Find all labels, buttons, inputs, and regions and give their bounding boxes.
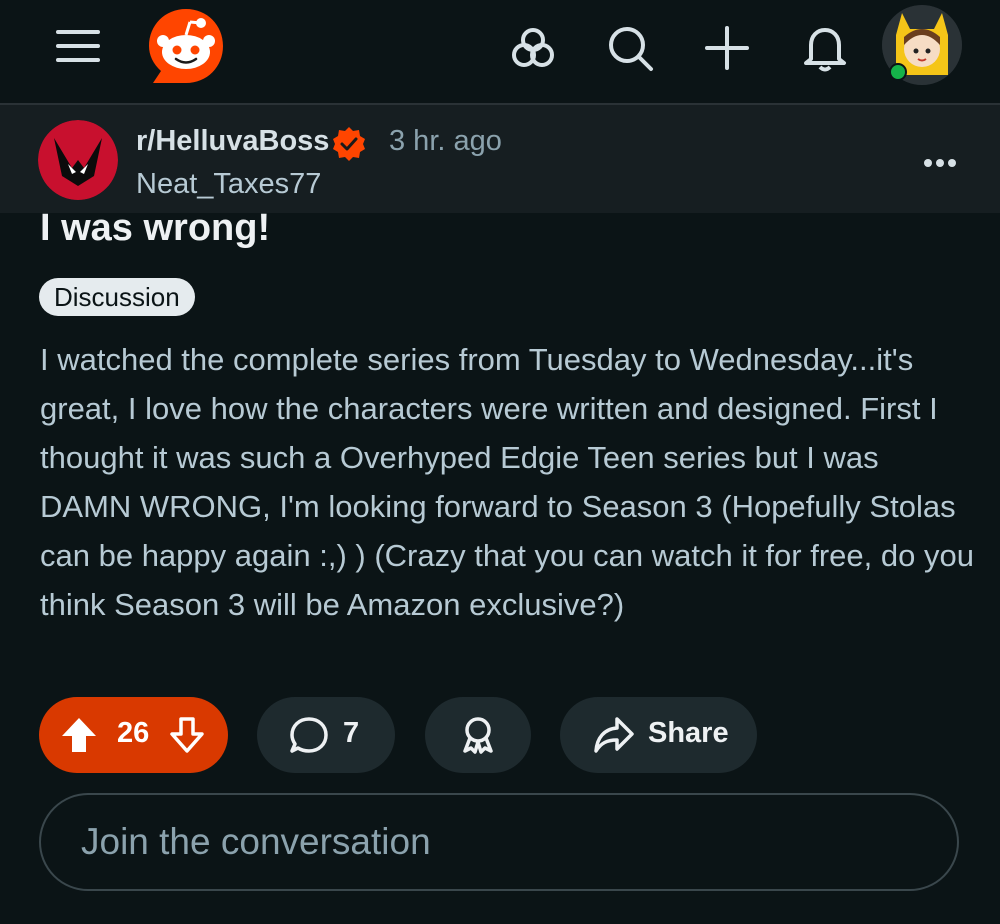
bell-icon[interactable] xyxy=(795,18,855,78)
share-arrow-icon xyxy=(593,715,635,755)
menu-icon[interactable] xyxy=(48,22,108,70)
post-author-link[interactable]: Neat_Taxes77 xyxy=(136,168,321,201)
reddit-logo-icon[interactable] xyxy=(145,5,227,87)
join-conversation-input[interactable] xyxy=(39,793,959,891)
post-timestamp: 3 hr. ago xyxy=(389,125,502,157)
verified-badge-icon xyxy=(330,125,368,163)
create-plus-icon[interactable] xyxy=(697,18,757,78)
search-icon[interactable] xyxy=(600,18,660,78)
post-flair[interactable]: Discussion xyxy=(39,278,195,316)
comment-bubble-icon xyxy=(289,715,329,755)
comment-count: 7 xyxy=(343,717,360,749)
post-title: I was wrong! xyxy=(40,207,271,249)
explore-icon[interactable] xyxy=(503,18,563,78)
more-options-icon[interactable] xyxy=(918,143,962,183)
award-ribbon-icon xyxy=(458,715,498,755)
award-button[interactable] xyxy=(425,697,531,773)
vote-count: 26 xyxy=(117,717,150,749)
post-header: r/HelluvaBoss 3 hr. ago Neat_Taxes77 xyxy=(0,105,1000,213)
top-app-bar xyxy=(0,0,1000,105)
subreddit-avatar[interactable] xyxy=(38,120,118,200)
share-label: Share xyxy=(648,717,729,749)
comments-button[interactable]: 7 xyxy=(257,697,395,773)
downvote-arrow-icon[interactable] xyxy=(167,715,207,755)
post-body: I watched the complete series from Tuesd… xyxy=(40,342,974,622)
upvote-arrow-icon[interactable] xyxy=(59,715,99,755)
share-button[interactable]: Share xyxy=(560,697,757,773)
vote-controls: 26 xyxy=(39,697,228,773)
online-status-dot xyxy=(889,63,907,81)
subreddit-name-link[interactable]: r/HelluvaBoss xyxy=(136,125,329,158)
